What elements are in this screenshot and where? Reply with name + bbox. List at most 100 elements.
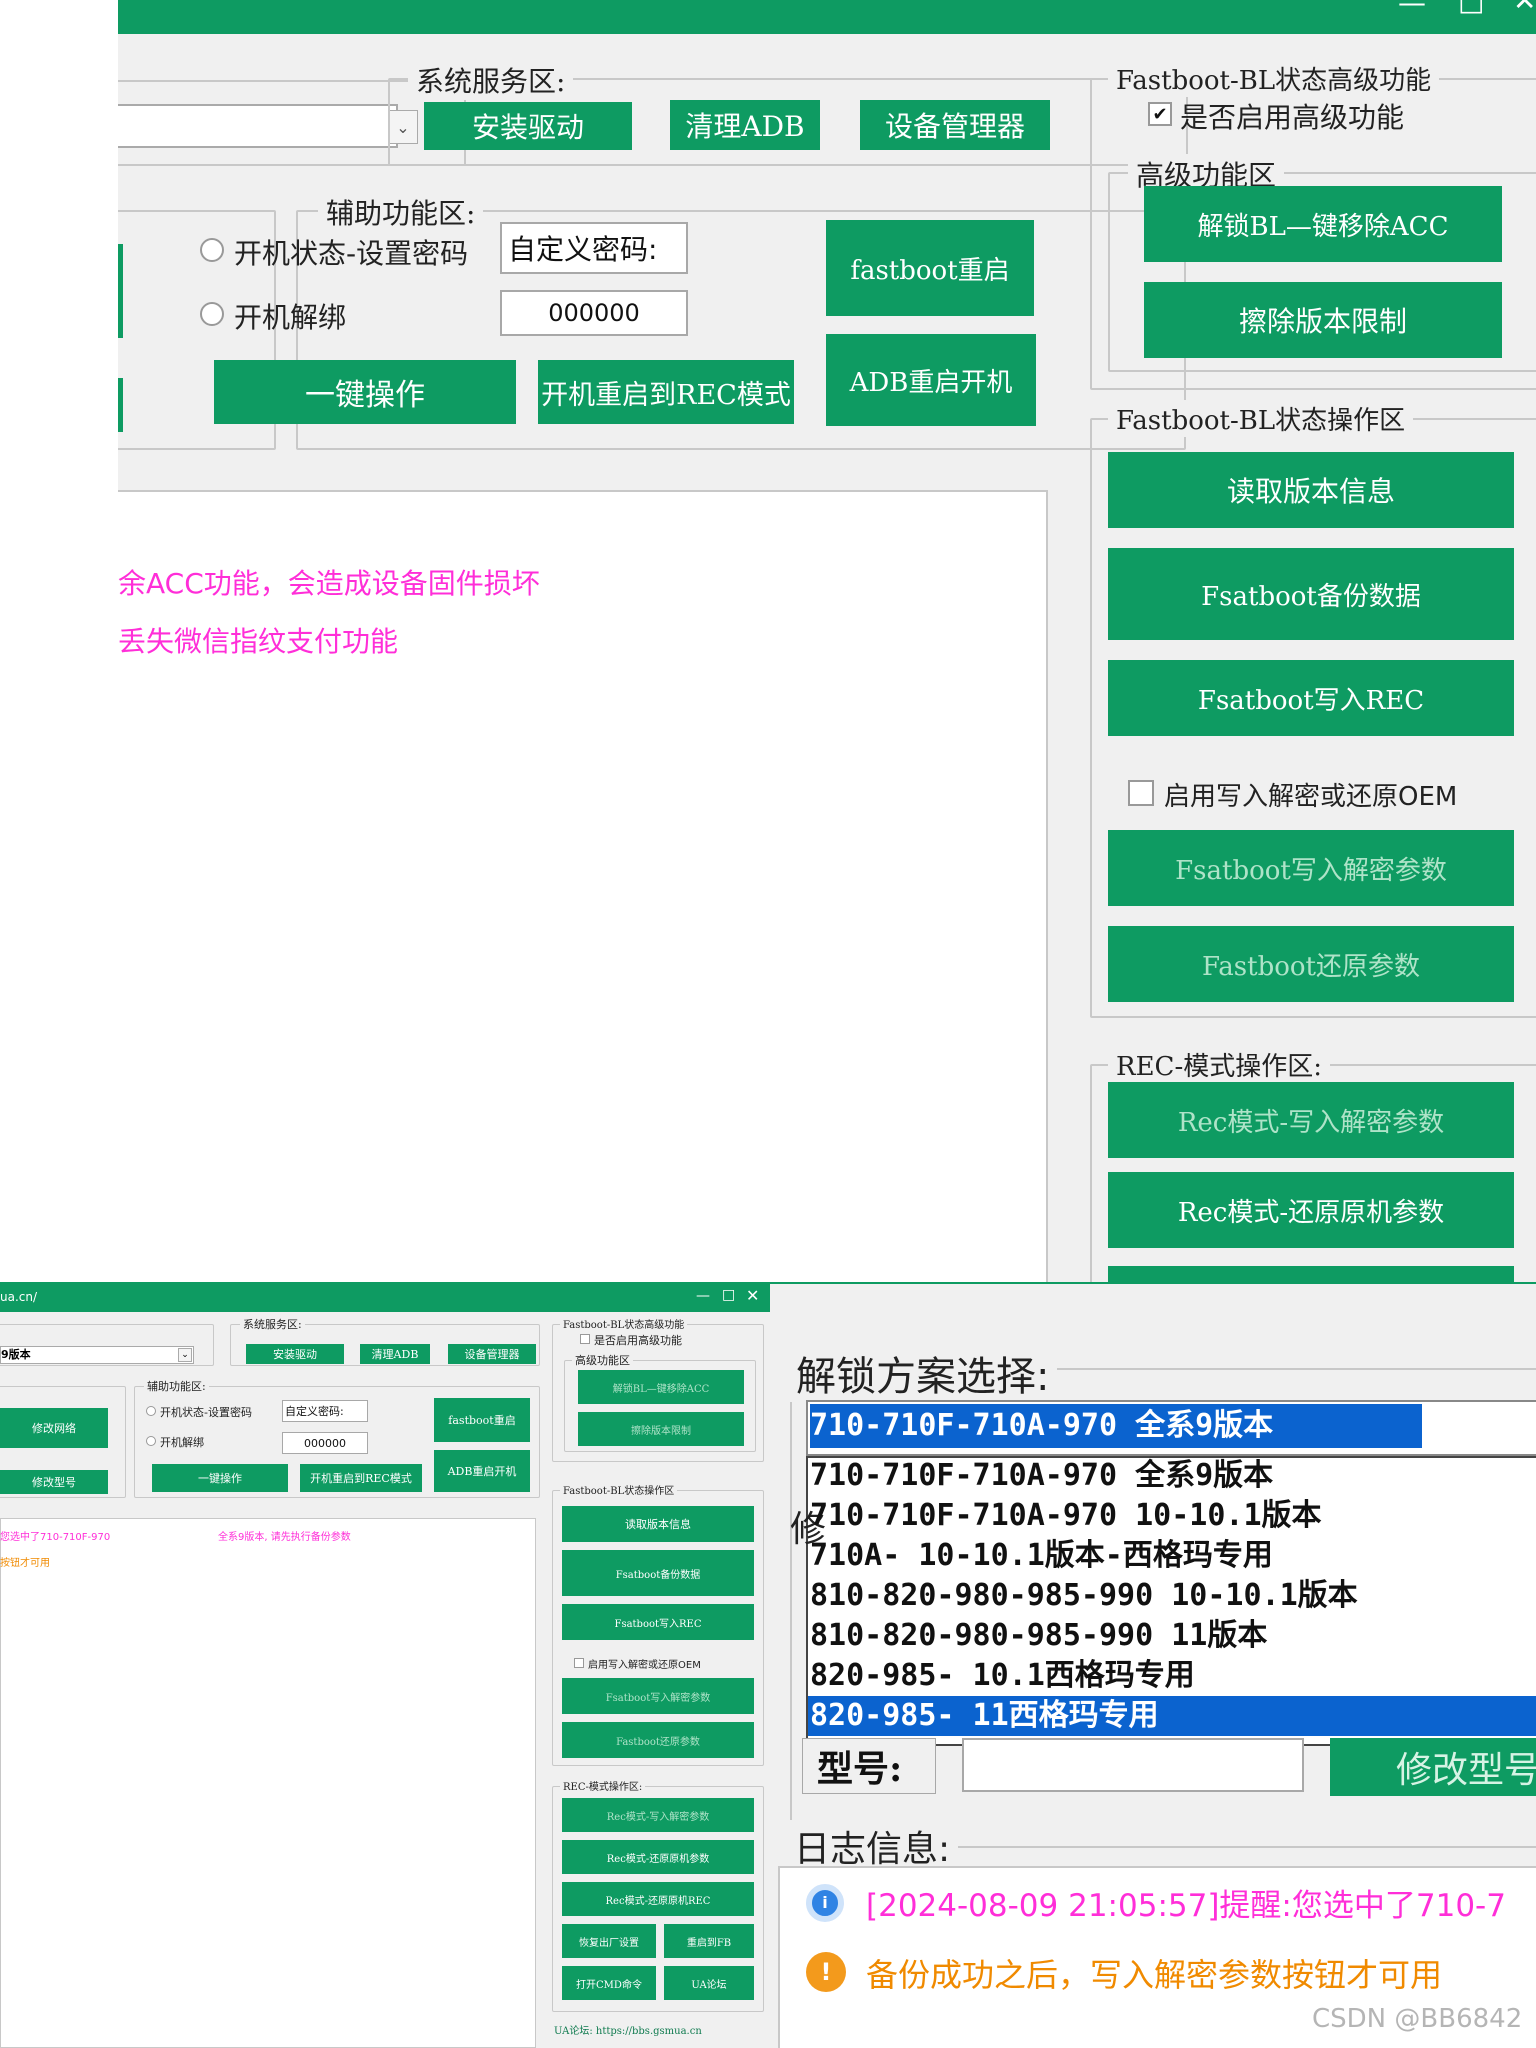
zoom-log-line-2: 备份成功之后，写入解密参数按钮才可用 (866, 1956, 1443, 1994)
fastboot-ops-legend: Fastboot-BL状态操作区 (1108, 400, 1414, 437)
small-factory-reset-button[interactable]: 恢复出厂设置 (562, 1924, 656, 1958)
scheme-select-value[interactable]: 710-710F-710A-970 全系9版本 (810, 1404, 1273, 1448)
small-fastboot-restore-params-button[interactable]: Fastboot还原参数 (562, 1722, 754, 1758)
top-panel: — □ ✕ ⌄ 系统服务区: 安装驱动 清理ADB 设备管理器 辅助功能区: 开… (118, 0, 1536, 1282)
version-select[interactable] (118, 104, 398, 148)
small-rec-restore-params-button[interactable]: Rec模式-还原原机参数 (562, 1840, 754, 1874)
modify-model-button-stub[interactable] (118, 378, 123, 432)
fastboot-reboot-button[interactable]: fastboot重启 (826, 220, 1034, 316)
small-version-select[interactable]: 9版本 (0, 1346, 194, 1364)
advanced-legend: Fastboot-BL状态高级功能 (1108, 60, 1440, 97)
modify-network-button-stub[interactable] (118, 244, 123, 338)
small-minimize-icon[interactable]: — (696, 1288, 710, 1304)
rec-next-button-stub[interactable] (1108, 1266, 1514, 1282)
modify-model-button[interactable]: 修改型号 (1330, 1738, 1536, 1796)
small-install-driver-button[interactable]: 安装驱动 (246, 1344, 344, 1364)
small-title-bar (0, 1282, 770, 1312)
small-fastboot-reboot-button[interactable]: fastboot重启 (434, 1398, 530, 1442)
scheme-option[interactable]: 820-985- 11西格玛专用 (810, 1696, 1159, 1736)
adb-reboot-button[interactable]: ADB重启开机 (826, 334, 1036, 426)
small-reboot-fb-button[interactable]: 重启到FB (664, 1924, 754, 1958)
small-advanced-legend: Fastboot-BL状态高级功能 (560, 1316, 688, 1331)
rec-ops-legend: REC-模式操作区: (1108, 1046, 1330, 1083)
model-input[interactable] (962, 1738, 1304, 1792)
read-version-button[interactable]: 读取版本信息 (1108, 452, 1514, 528)
small-fastboot-ops-legend: Fastboot-BL状态操作区 (560, 1482, 678, 1497)
fastboot-backup-button[interactable]: Fsatboot备份数据 (1108, 548, 1514, 640)
log-line-2: 丢失微信指纹支付功能 (118, 625, 399, 658)
rec-restore-params-button[interactable]: Rec模式-还原原机参数 (1108, 1172, 1514, 1248)
small-adb-reboot-button[interactable]: ADB重启开机 (434, 1450, 530, 1492)
one-key-operation-button[interactable]: 一键操作 (214, 360, 516, 424)
minimize-icon[interactable]: — (1398, 0, 1426, 19)
scheme-option[interactable]: 710-710F-710A-970 全系9版本 (810, 1456, 1273, 1496)
small-enable-advanced-label: 是否启用高级功能 (594, 1334, 682, 1347)
small-maximize-icon[interactable]: □ (722, 1287, 735, 1303)
small-fastboot-write-decrypt-button[interactable]: Fsatboot写入解密参数 (562, 1678, 754, 1714)
scheme-option[interactable]: 710A- 10-10.1版本-西格玛专用 (810, 1536, 1273, 1576)
fastboot-write-decrypt-button[interactable]: Fsatboot写入解密参数 (1108, 830, 1514, 906)
system-legend: 系统服务区: (408, 60, 574, 100)
log-area (118, 490, 1048, 1282)
scheme-option[interactable]: 810-820-980-985-990 10-10.1版本 (810, 1576, 1358, 1616)
small-enable-write-label: 启用写入解密或还原OEM (588, 1660, 701, 1671)
unlock-bl-remove-acc-button[interactable]: 解锁BL—键移除ACC (1144, 186, 1502, 262)
small-fastboot-backup-button[interactable]: Fsatboot备份数据 (562, 1550, 754, 1596)
radio-set-password[interactable] (200, 238, 224, 262)
clear-adb-button[interactable]: 清理ADB (670, 100, 820, 150)
fastboot-restore-params-button[interactable]: Fastboot还原参数 (1108, 926, 1514, 1002)
small-rec-ops-legend: REC-模式操作区: (560, 1778, 646, 1793)
small-radio-unbind[interactable] (146, 1436, 156, 1446)
small-ua-forum-button[interactable]: UA论坛 (664, 1966, 754, 2000)
scheme-option[interactable]: 810-820-980-985-990 11版本 (810, 1616, 1267, 1656)
small-device-manager-button[interactable]: 设备管理器 (448, 1344, 536, 1364)
small-one-key-button[interactable]: 一键操作 (152, 1464, 288, 1492)
small-rec-restore-rec-button[interactable]: Rec模式-还原原机REC (562, 1882, 754, 1916)
small-log-line-1a: 您选中了710-710F-970 (0, 1532, 111, 1543)
small-log-area (0, 1518, 536, 2048)
small-erase-limit-button[interactable]: 擦除版本限制 (578, 1412, 744, 1446)
small-clear-adb-button[interactable]: 清理ADB (360, 1344, 430, 1364)
small-read-version-button[interactable]: 读取版本信息 (562, 1506, 754, 1542)
watermark: CSDN @BB6842 (1312, 2004, 1523, 2034)
small-radio-set-password[interactable] (146, 1406, 156, 1416)
small-rec-write-decrypt-button[interactable]: Rec模式-写入解密参数 (562, 1798, 754, 1832)
small-chevron-down-icon[interactable]: ⌄ (178, 1348, 192, 1362)
maximize-icon[interactable]: □ (1458, 0, 1484, 17)
device-manager-button[interactable]: 设备管理器 (860, 100, 1050, 150)
password-input[interactable]: 000000 (500, 290, 688, 336)
small-advanced-sub-legend: 高级功能区 (572, 1352, 633, 1368)
small-url-title: ua.cn/ (0, 1290, 38, 1304)
small-custom-password-label: 自定义密码: (282, 1400, 368, 1422)
reboot-rec-button[interactable]: 开机重启到REC模式 (538, 360, 794, 424)
scheme-option[interactable]: 710-710F-710A-970 10-10.1版本 (810, 1496, 1322, 1536)
small-close-icon[interactable]: ✕ (746, 1286, 759, 1305)
custom-password-label: 自定义密码: (500, 222, 688, 274)
small-password-input[interactable]: 000000 (282, 1432, 368, 1454)
small-enable-advanced-checkbox[interactable] (580, 1334, 590, 1344)
enable-write-checkbox[interactable] (1128, 780, 1154, 806)
small-open-cmd-button[interactable]: 打开CMD命令 (562, 1966, 656, 2000)
small-forum-link[interactable]: UA论坛: https://bbs.gsmua.cn (554, 2022, 702, 2037)
small-unlock-acc-button[interactable]: 解锁BL—键移除ACC (578, 1370, 744, 1404)
model-label: 型号: (802, 1738, 936, 1794)
erase-version-limit-button[interactable]: 擦除版本限制 (1144, 282, 1502, 358)
rec-write-decrypt-button[interactable]: Rec模式-写入解密参数 (1108, 1082, 1514, 1158)
radio-set-password-label: 开机状态-设置密码 (234, 237, 469, 270)
small-assist-legend: 辅助功能区: (144, 1378, 209, 1394)
radio-unbind[interactable] (200, 302, 224, 326)
small-fastboot-write-rec-button[interactable]: Fsatboot写入REC (562, 1604, 754, 1640)
info-icon: i (806, 1884, 844, 1922)
small-enable-write-checkbox[interactable] (574, 1658, 584, 1668)
small-modify-model-button[interactable]: 修改型号 (0, 1470, 108, 1494)
install-driver-button[interactable]: 安装驱动 (424, 102, 632, 150)
zoom-log-line-1: [2024-08-09 21:05:57]提醒:您选中了710-7 (866, 1888, 1506, 1924)
small-modify-network-button[interactable]: 修改网络 (0, 1408, 108, 1448)
close-icon[interactable]: ✕ (1513, 0, 1536, 17)
small-radio-unbind-label: 开机解绑 (160, 1436, 204, 1449)
scheme-option[interactable]: 820-985- 10.1西格玛专用 (810, 1656, 1195, 1696)
fastboot-write-rec-button[interactable]: Fsatboot写入REC (1108, 660, 1514, 736)
enable-advanced-checkbox[interactable]: ✔ (1148, 102, 1172, 126)
enable-advanced-label: 是否启用高级功能 (1180, 101, 1405, 134)
small-reboot-rec-button[interactable]: 开机重启到REC模式 (300, 1464, 422, 1492)
